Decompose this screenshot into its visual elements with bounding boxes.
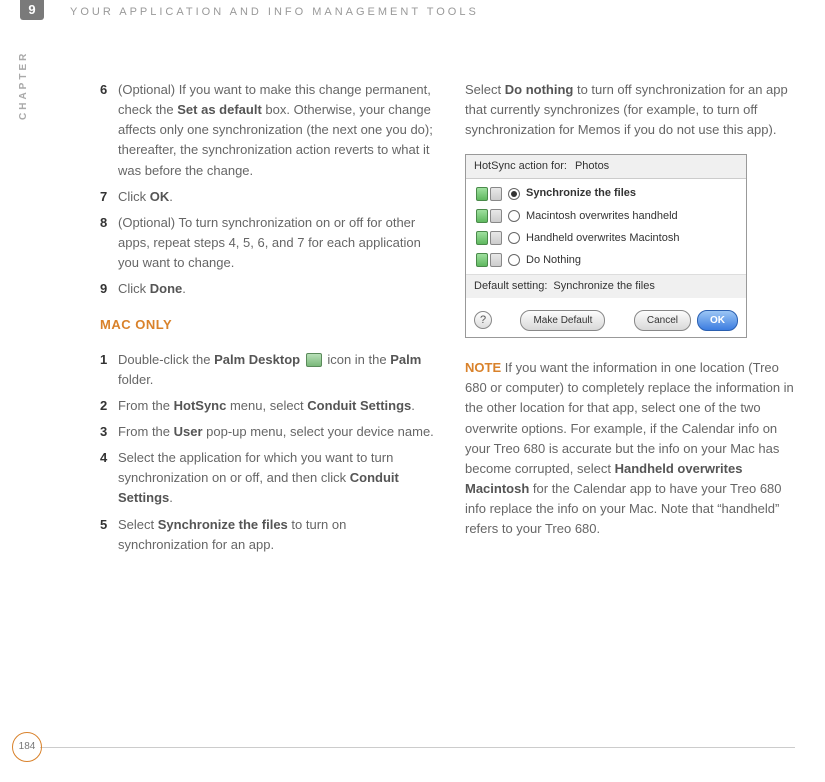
chapter-label: CHAPTER <box>18 51 29 120</box>
mac-only-heading: MAC ONLY <box>100 315 435 335</box>
step-text: Click OK. <box>118 187 435 207</box>
sync-direction-icon <box>476 253 502 267</box>
note-block: NOTE If you want the information in one … <box>465 358 800 539</box>
step-text: From the User pop-up menu, select your d… <box>118 422 435 442</box>
step-row: 8(Optional) To turn synchronization on o… <box>100 213 435 273</box>
radio-button[interactable] <box>508 210 520 222</box>
dialog-header: HotSync action for: Photos <box>466 155 746 179</box>
dialog-body: Synchronize the files Macintosh overwrite… <box>466 179 746 303</box>
option-label: Do Nothing <box>526 252 581 269</box>
step-number: 9 <box>100 279 118 299</box>
step-number: 5 <box>100 515 118 555</box>
right-column: Select Do nothing to turn off synchroniz… <box>465 80 800 561</box>
step-number: 2 <box>100 396 118 416</box>
step-row: 5Select Synchronize the files to turn on… <box>100 515 435 555</box>
step-row: 9Click Done. <box>100 279 435 299</box>
step-text: (Optional) To turn synchronization on or… <box>118 213 435 273</box>
step-number: 7 <box>100 187 118 207</box>
page-number: 184 <box>12 732 42 762</box>
hotsync-option-row[interactable]: Macintosh overwrites handheld <box>476 208 736 225</box>
make-default-button[interactable]: Make Default <box>520 310 605 332</box>
option-label: Macintosh overwrites handheld <box>526 208 678 225</box>
step-row: 6(Optional) If you want to make this cha… <box>100 80 435 181</box>
sync-direction-icon <box>476 209 502 223</box>
default-value: Synchronize the files <box>553 278 655 295</box>
content-columns: 6(Optional) If you want to make this cha… <box>100 80 800 561</box>
step-number: 4 <box>100 448 118 508</box>
radio-button[interactable] <box>508 254 520 266</box>
left-column: 6(Optional) If you want to make this cha… <box>100 80 435 561</box>
footer-divider <box>40 747 795 748</box>
step-number: 8 <box>100 213 118 273</box>
hotsync-option-row[interactable]: Do Nothing <box>476 252 736 269</box>
step-text: (Optional) If you want to make this chan… <box>118 80 435 181</box>
step-row: 2From the HotSync menu, select Conduit S… <box>100 396 435 416</box>
page-title: YOUR APPLICATION AND INFO MANAGEMENT TOO… <box>70 6 479 18</box>
cancel-button[interactable]: Cancel <box>634 310 691 332</box>
dialog-header-value: Photos <box>575 158 609 175</box>
radio-button[interactable] <box>508 232 520 244</box>
step-text: Double-click the Palm Desktop icon in th… <box>118 350 435 390</box>
steps-list-b: 1Double-click the Palm Desktop icon in t… <box>100 350 435 555</box>
dialog-header-label: HotSync action for: <box>474 158 567 175</box>
step-row: 1Double-click the Palm Desktop icon in t… <box>100 350 435 390</box>
dialog-buttons: ? Make Default Cancel OK <box>466 304 746 338</box>
chapter-number-tab: 9 <box>20 0 44 20</box>
sync-direction-icon <box>476 231 502 245</box>
default-label: Default setting: <box>474 278 547 295</box>
step-text: Select the application for which you wan… <box>118 448 435 508</box>
step-text: Select Synchronize the files to turn on … <box>118 515 435 555</box>
sync-direction-icon <box>476 187 502 201</box>
step-text: Click Done. <box>118 279 435 299</box>
step-text: From the HotSync menu, select Conduit Se… <box>118 396 435 416</box>
steps-list-a: 6(Optional) If you want to make this cha… <box>100 80 435 299</box>
step-number: 3 <box>100 422 118 442</box>
step-number: 1 <box>100 350 118 390</box>
default-setting-row: Default setting: Synchronize the files <box>466 274 746 298</box>
option-label: Synchronize the files <box>526 185 636 202</box>
option-label: Handheld overwrites Macintosh <box>526 230 679 247</box>
step-row: 3From the User pop-up menu, select your … <box>100 422 435 442</box>
radio-button[interactable] <box>508 188 520 200</box>
note-text: If you want the information in one locat… <box>465 360 794 536</box>
step-number: 6 <box>100 80 118 181</box>
hotsync-dialog: HotSync action for: Photos Synchronize t… <box>465 154 747 338</box>
step-row: 4Select the application for which you wa… <box>100 448 435 508</box>
palm-desktop-icon <box>306 353 322 367</box>
note-label: NOTE <box>465 360 501 375</box>
ok-button[interactable]: OK <box>697 310 738 332</box>
right-intro-text: Select Do nothing to turn off synchroniz… <box>465 80 800 140</box>
hotsync-option-row[interactable]: Synchronize the files <box>476 185 736 202</box>
hotsync-option-row[interactable]: Handheld overwrites Macintosh <box>476 230 736 247</box>
step-row: 7Click OK. <box>100 187 435 207</box>
help-icon[interactable]: ? <box>474 311 492 329</box>
